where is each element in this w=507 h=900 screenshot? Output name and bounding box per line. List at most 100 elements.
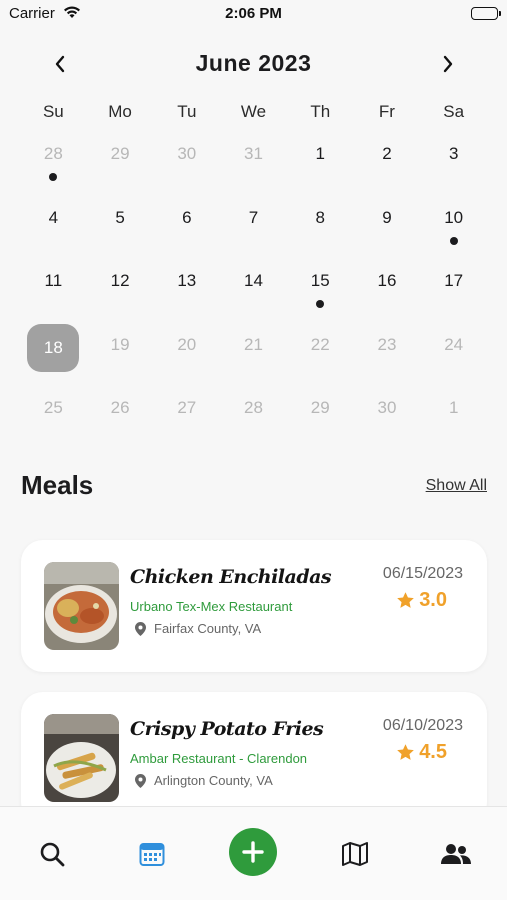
calendar-grid: 28 29 30 31 1 2 3 4 5 6 7 8 9 10 11 12 13 14 15 16 17 18 19 20 2…	[20, 130, 487, 448]
calendar-day[interactable]: 13	[153, 257, 220, 321]
meal-rating: 3.0	[396, 589, 447, 612]
calendar-day[interactable]: 28	[20, 130, 87, 194]
calendar-day[interactable]: 25	[20, 384, 87, 448]
day-number: 13	[177, 271, 197, 290]
weekday-label: Su	[42, 102, 64, 121]
calendar-day[interactable]: 23	[354, 321, 421, 385]
day-number: 26	[110, 398, 130, 417]
rating-value: 3.0	[419, 589, 447, 611]
calendar-day[interactable]: 6	[153, 194, 220, 258]
star-icon	[397, 592, 414, 608]
calendar-tab[interactable]	[135, 837, 169, 871]
calendar-day[interactable]: 12	[87, 257, 154, 321]
calendar-day[interactable]: 31	[220, 130, 287, 194]
friends-icon	[441, 844, 471, 864]
calendar-day[interactable]: 2	[354, 130, 421, 194]
show-all-link[interactable]: Show All	[426, 477, 487, 495]
day-number: 18	[27, 323, 80, 372]
meal-name: Chicken Enchiladas	[130, 566, 332, 588]
day-number: 5	[115, 207, 125, 227]
add-icon	[242, 841, 264, 863]
calendar-day[interactable]: 21	[220, 321, 287, 385]
calendar-week-row: 25 26 27 28 29 30 1	[20, 384, 487, 448]
day-number: 2	[382, 144, 392, 163]
rating-value: 4.5	[419, 741, 447, 763]
meals-section-title: Meals	[21, 470, 94, 500]
next-month-button[interactable]	[434, 50, 462, 78]
chevron-right-icon	[443, 55, 453, 73]
calendar-day[interactable]: 8	[287, 194, 354, 258]
calendar-day[interactable]: 30	[153, 130, 220, 194]
day-number: 28	[244, 398, 263, 417]
calendar-day[interactable]: 20	[153, 321, 220, 385]
bottom-tab-bar	[0, 806, 507, 900]
calendar-day[interactable]: 11	[20, 257, 87, 321]
calendar-day[interactable]: 29	[287, 384, 354, 448]
day-number: 10	[444, 207, 464, 227]
day-number: 25	[43, 398, 63, 417]
calendar-week-row: 4 5 6 7 8 9 10	[20, 194, 487, 258]
status-bar: Carrier 2:06 PM	[0, 0, 507, 28]
weekday-label: Th	[310, 102, 331, 121]
calendar-icon	[139, 843, 165, 866]
map-tab[interactable]	[338, 837, 372, 871]
calendar-day[interactable]: 17	[420, 257, 487, 321]
search-tab[interactable]	[35, 837, 69, 871]
day-number: 1	[315, 144, 325, 163]
map-icon	[342, 842, 368, 866]
calendar-day[interactable]: 5	[87, 194, 154, 258]
calendar-day[interactable]: 14	[220, 257, 287, 321]
meal-card[interactable]: Crispy Potato Fries Ambar Restaurant - C…	[21, 692, 487, 824]
restaurant-name: Urbano Tex-Mex Restaurant	[130, 599, 293, 614]
meal-card[interactable]: Chicken Enchiladas Urbano Tex-Mex Restau…	[21, 540, 487, 672]
calendar-day[interactable]: 3	[420, 130, 487, 194]
meal-rating: 4.5	[396, 741, 447, 764]
star-icon	[397, 744, 414, 760]
day-number: 17	[444, 271, 464, 290]
meal-location: Fairfax County, VA	[135, 621, 261, 636]
calendar-day[interactable]: 30	[354, 384, 421, 448]
location-label: Fairfax County, VA	[154, 621, 262, 636]
meal-indicator-dot	[316, 300, 325, 308]
meal-location: Arlington County, VA	[135, 773, 273, 788]
month-title: June 2023	[195, 50, 312, 76]
calendar-day-selected[interactable]: 18	[20, 321, 87, 385]
day-number: 15	[310, 271, 330, 290]
battery-icon	[471, 7, 501, 20]
meal-date: 06/10/2023	[382, 717, 463, 734]
day-number: 12	[110, 271, 130, 290]
day-number: 22	[310, 334, 330, 354]
calendar-day[interactable]: 1	[420, 384, 487, 448]
meal-photo	[44, 562, 119, 650]
calendar-day[interactable]: 26	[87, 384, 154, 448]
friends-tab[interactable]	[439, 837, 473, 871]
calendar-day[interactable]: 29	[87, 130, 154, 194]
calendar-day[interactable]: 10	[420, 194, 487, 258]
day-number: 28	[43, 144, 63, 163]
weekday-label: Mo	[108, 102, 132, 121]
calendar-day[interactable]: 24	[420, 321, 487, 385]
day-number: 23	[377, 334, 397, 354]
calendar-day[interactable]: 28	[220, 384, 287, 448]
calendar-day[interactable]: 1	[287, 130, 354, 194]
day-number: 14	[244, 271, 263, 290]
day-number: 11	[44, 271, 63, 290]
location-label: Arlington County, VA	[154, 773, 273, 788]
calendar-day[interactable]: 19	[87, 321, 154, 385]
day-number: 16	[377, 271, 397, 290]
calendar-day[interactable]: 16	[354, 257, 421, 321]
meal-indicator-dot	[449, 236, 458, 245]
calendar-day[interactable]: 27	[153, 384, 220, 448]
day-number: 4	[48, 207, 59, 227]
calendar-day[interactable]: 4	[20, 194, 87, 258]
day-number: 1	[448, 398, 459, 417]
calendar-day[interactable]: 15	[287, 257, 354, 321]
weekday-label: Tu	[177, 102, 197, 121]
add-meal-button[interactable]	[229, 828, 277, 876]
calendar-day[interactable]: 7	[220, 194, 287, 258]
day-number: 27	[177, 398, 197, 417]
calendar-day[interactable]: 22	[287, 321, 354, 385]
calendar-day[interactable]: 9	[354, 194, 421, 258]
day-number: 7	[248, 207, 259, 227]
day-number: 29	[310, 398, 330, 417]
